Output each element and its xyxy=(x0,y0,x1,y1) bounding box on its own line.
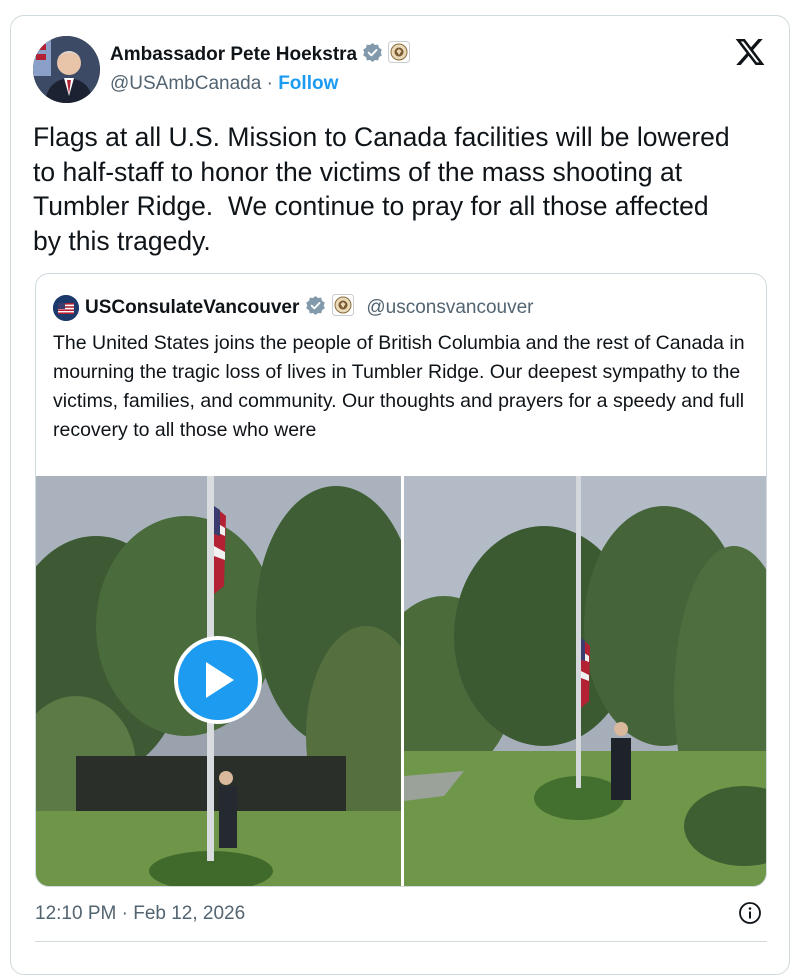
media-grid xyxy=(36,476,766,886)
video-thumbnail[interactable] xyxy=(36,476,401,886)
government-seal-icon xyxy=(388,41,411,68)
us-flag-icon xyxy=(53,294,79,321)
footer-divider xyxy=(35,941,767,942)
separator: · xyxy=(266,73,273,94)
author-line: Ambassador Pete Hoekstra xyxy=(110,41,411,68)
quoted-tweet[interactable]: USConsulateVancouver @usconsvancouver Th… xyxy=(35,273,767,887)
photo-thumbnail[interactable] xyxy=(403,476,766,886)
verified-badge-icon xyxy=(305,295,326,321)
quoted-author-handle[interactable]: @usconsvancouver xyxy=(366,297,533,319)
author-avatar[interactable] xyxy=(33,36,100,103)
play-icon xyxy=(206,662,234,698)
verified-badge-icon xyxy=(362,42,383,68)
handle-row: @USAmbCanada · Follow xyxy=(110,73,338,95)
follow-button[interactable]: Follow xyxy=(278,73,338,94)
author-name[interactable]: Ambassador Pete Hoekstra xyxy=(110,44,357,66)
quoted-author-name[interactable]: USConsulateVancouver xyxy=(85,297,299,319)
author-handle[interactable]: @USAmbCanada xyxy=(110,73,261,94)
tweet-timestamp[interactable]: 12:10 PM · Feb 12, 2026 xyxy=(35,903,245,925)
quoted-author-line: USConsulateVancouver @usconsvancouver xyxy=(53,294,534,321)
quoted-text: The United States joins the people of Br… xyxy=(53,332,745,441)
info-icon[interactable] xyxy=(738,901,762,925)
x-logo-icon[interactable] xyxy=(733,36,767,68)
government-seal-icon xyxy=(332,294,355,321)
play-button[interactable] xyxy=(174,636,262,724)
tweet-text: Flags at all U.S. Mission to Canada faci… xyxy=(33,122,730,256)
